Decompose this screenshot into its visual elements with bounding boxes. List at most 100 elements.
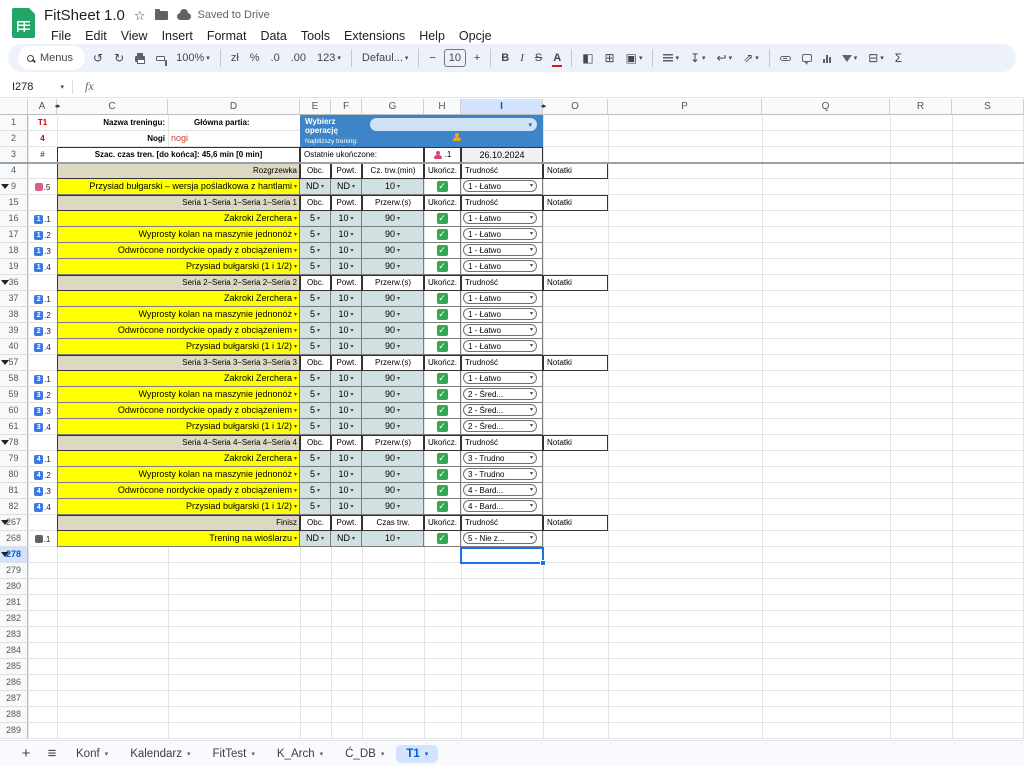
hidden-columns-indicator[interactable]: ◂▸	[535, 102, 551, 112]
name-box[interactable]: I278 ▾	[0, 81, 72, 93]
star-icon[interactable]: ☆	[134, 9, 146, 22]
notes-header-cell[interactable]: Notatki	[543, 435, 608, 451]
column-header-Q[interactable]: Q	[762, 99, 890, 115]
done-checkbox[interactable]: ✓	[437, 533, 448, 544]
difficulty-dropdown[interactable]: 3 - Trudno▾	[463, 452, 537, 464]
difficulty-header-cell[interactable]: Trudność	[461, 275, 543, 291]
cell-A2[interactable]: 4	[28, 131, 57, 147]
time-header-cell[interactable]: Cz. trw.(min)	[362, 163, 424, 179]
cell-D2[interactable]: nogi	[168, 131, 300, 147]
formula-input[interactable]	[94, 76, 1024, 97]
column-header-C[interactable]: C	[57, 99, 168, 115]
column-header-P[interactable]: P	[608, 99, 762, 115]
time-header-cell[interactable]: Czas trw.	[362, 515, 424, 531]
time-dropdown[interactable]: 90▾	[362, 339, 424, 355]
column-header-D[interactable]: D	[168, 99, 300, 115]
time-dropdown[interactable]: 90▾	[362, 243, 424, 259]
operation-select-dropdown[interactable]: ▾	[370, 118, 537, 131]
text-color-button[interactable]: A	[550, 47, 564, 69]
increase-decimals-button[interactable]: .00	[288, 47, 309, 69]
sheet-tab-ć_db[interactable]: Ć_DB▾	[335, 745, 394, 763]
reps-dropdown[interactable]: 10▾	[331, 403, 362, 419]
time-dropdown[interactable]: 90▾	[362, 259, 424, 275]
column-header-R[interactable]: R	[890, 99, 952, 115]
merge-cells-button[interactable]: ▣▾	[623, 47, 646, 69]
reps-dropdown[interactable]: 10▾	[331, 323, 362, 339]
row-header-60[interactable]: 60	[0, 403, 28, 419]
difficulty-dropdown[interactable]: 1 - Łatwo▾	[463, 372, 537, 384]
exercise-name-dropdown[interactable]: Przysiad bułgarski (1 i 1/2)▾	[57, 259, 300, 275]
row-header-58[interactable]: 58	[0, 371, 28, 387]
section-header-cell[interactable]: Seria 3–Seria 3–Seria 3–Seria 3	[57, 355, 300, 371]
row-header-81[interactable]: 81	[0, 483, 28, 499]
text-rotation-button[interactable]: ⇗▾	[740, 47, 762, 69]
reps-dropdown[interactable]: 10▾	[331, 243, 362, 259]
sheet-tab-kalendarz[interactable]: Kalendarz▾	[120, 745, 200, 763]
done-checkbox[interactable]: ✓	[437, 181, 448, 192]
done-checkbox[interactable]: ✓	[437, 485, 448, 496]
sheet-tab-t1[interactable]: T1▾	[396, 745, 438, 763]
load-dropdown[interactable]: 5▾	[300, 387, 331, 403]
load-dropdown[interactable]: 5▾	[300, 499, 331, 515]
cell-A1[interactable]: T1	[28, 115, 57, 131]
column-header-H[interactable]: H	[424, 99, 461, 115]
cell-C2[interactable]: Nogi	[57, 131, 168, 147]
row-header-82[interactable]: 82	[0, 499, 28, 515]
insert-comment-button[interactable]	[799, 47, 815, 69]
time-dropdown[interactable]: 90▾	[362, 483, 424, 499]
notes-header-cell[interactable]: Notatki	[543, 163, 608, 179]
row-header-285[interactable]: 285	[0, 659, 28, 675]
done-checkbox[interactable]: ✓	[437, 373, 448, 384]
hidden-columns-indicator[interactable]: ◂▸	[49, 102, 65, 112]
strikethrough-button[interactable]: S	[532, 47, 545, 69]
menu-view[interactable]: View	[114, 29, 155, 43]
section-header-cell[interactable]: Rozgrzewka	[57, 163, 300, 179]
load-dropdown[interactable]: 5▾	[300, 419, 331, 435]
exercise-name-dropdown[interactable]: Zakroki Zerchera▾	[57, 451, 300, 467]
done-checkbox[interactable]: ✓	[437, 421, 448, 432]
exercise-name-dropdown[interactable]: Wyprosty kolan na maszynie jednonóż▾	[57, 307, 300, 323]
difficulty-header-cell[interactable]: Trudność	[461, 435, 543, 451]
row-header-15[interactable]: 15	[0, 195, 28, 211]
section-header-cell[interactable]: Seria 1–Seria 1–Seria 1–Seria 1	[57, 195, 300, 211]
exercise-name-dropdown[interactable]: Odwrócone nordyckie opady z obciążeniem▾	[57, 483, 300, 499]
print-button[interactable]	[132, 47, 148, 69]
exercise-name-dropdown[interactable]: Przysiad bułgarski – wersja pośladkowa z…	[57, 179, 300, 195]
select-all-corner[interactable]	[0, 99, 28, 115]
horizontal-align-button[interactable]: ▾	[660, 47, 682, 69]
difficulty-dropdown[interactable]: 2 - Śred...▾	[463, 420, 537, 432]
time-dropdown[interactable]: 10▾	[362, 179, 424, 195]
insert-link-button[interactable]	[777, 47, 794, 69]
done-header-cell[interactable]: Ukończ.	[424, 435, 461, 451]
difficulty-dropdown[interactable]: 1 - Łatwo▾	[463, 308, 537, 320]
difficulty-dropdown[interactable]: 1 - Łatwo▾	[463, 340, 537, 352]
bold-button[interactable]: B	[498, 47, 512, 69]
load-dropdown[interactable]: 5▾	[300, 451, 331, 467]
sheets-logo-icon[interactable]	[12, 8, 35, 38]
reps-dropdown[interactable]: 10▾	[331, 387, 362, 403]
menu-tools[interactable]: Tools	[294, 29, 337, 43]
reps-header-cell[interactable]: Powt.	[331, 355, 362, 371]
section-header-cell[interactable]: Seria 4–Seria 4–Seria 4–Seria 4	[57, 435, 300, 451]
row-header-2[interactable]: 2	[0, 131, 28, 147]
row-header-289[interactable]: 289	[0, 723, 28, 739]
reps-dropdown[interactable]: 10▾	[331, 467, 362, 483]
reps-header-cell[interactable]: Powt.	[331, 195, 362, 211]
reps-dropdown[interactable]: 10▾	[331, 499, 362, 515]
difficulty-dropdown[interactable]: 1 - Łatwo▾	[463, 244, 537, 256]
row-header-59[interactable]: 59	[0, 387, 28, 403]
load-dropdown[interactable]: 5▾	[300, 291, 331, 307]
row-header-16[interactable]: 16	[0, 211, 28, 227]
time-dropdown[interactable]: 90▾	[362, 499, 424, 515]
row-header-288[interactable]: 288	[0, 707, 28, 723]
done-checkbox[interactable]: ✓	[437, 469, 448, 480]
column-header-G[interactable]: G	[362, 99, 424, 115]
row-header-1[interactable]: 1	[0, 115, 28, 131]
row-header-17[interactable]: 17	[0, 227, 28, 243]
load-dropdown[interactable]: ND▾	[300, 531, 331, 547]
redo-button[interactable]: ↻	[111, 47, 127, 69]
section-header-cell[interactable]: Seria 2–Seria 2–Seria 2–Seria 2	[57, 275, 300, 291]
load-dropdown[interactable]: 5▾	[300, 323, 331, 339]
column-header-S[interactable]: S	[952, 99, 1024, 115]
load-header-cell[interactable]: Obc.	[300, 355, 331, 371]
